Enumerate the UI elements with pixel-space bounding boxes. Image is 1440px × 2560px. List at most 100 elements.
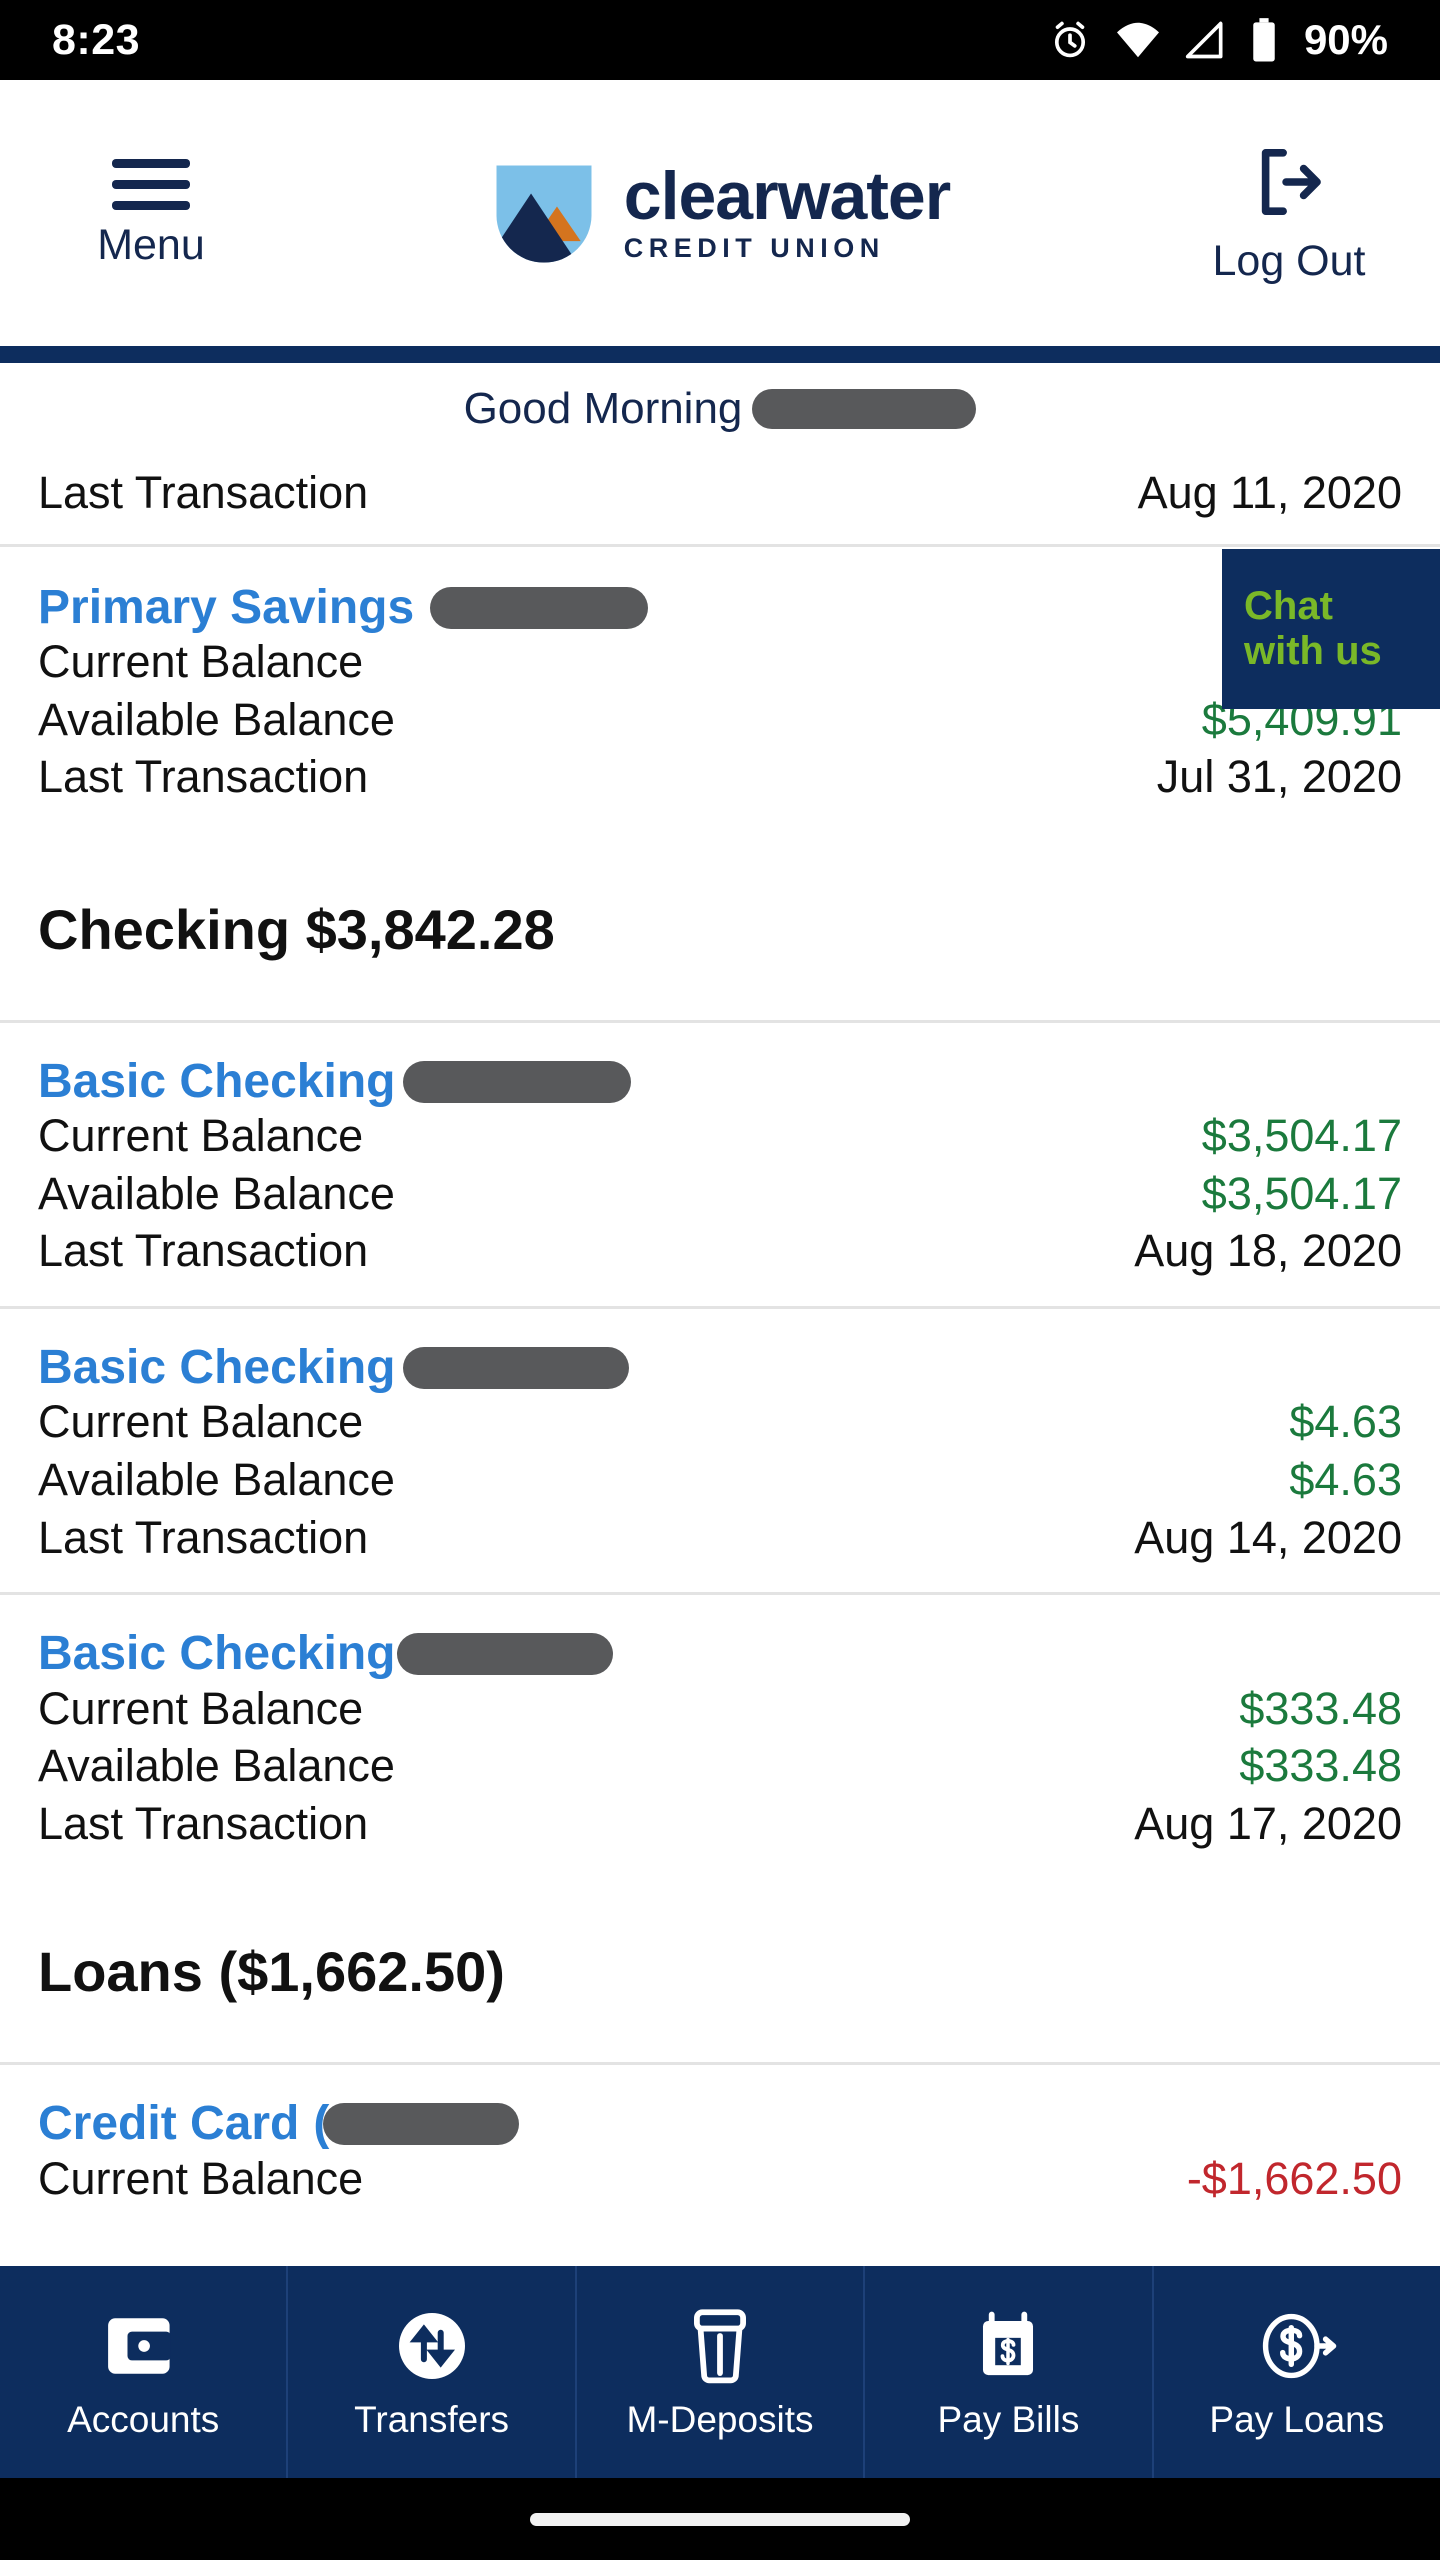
redacted-user-name bbox=[752, 389, 977, 429]
last-transaction-row: Last Transaction Aug 14, 2020 bbox=[38, 1509, 1402, 1567]
current-balance-label: Current Balance bbox=[38, 1682, 364, 1734]
check-deposit-icon bbox=[686, 2307, 754, 2385]
account-name: Basic Checking bbox=[38, 1054, 396, 1108]
last-transaction-label: Last Transaction bbox=[38, 467, 369, 518]
account-card-basic-checking-1[interactable]: Basic Checking Current Balance $3,504.17… bbox=[0, 1023, 1440, 1306]
status-bar: 8:23 90% bbox=[0, 0, 1440, 80]
chat-with-us-button[interactable]: Chat with us bbox=[1222, 549, 1440, 709]
last-transaction-label: Last Transaction bbox=[38, 751, 369, 803]
account-card-basic-checking-3[interactable]: Basic Checking Current Balance $333.48 A… bbox=[0, 1595, 1440, 1878]
last-transaction-label: Last Transaction bbox=[38, 1225, 369, 1277]
clearwater-shield-icon bbox=[490, 159, 598, 267]
redacted-account-number bbox=[430, 586, 649, 629]
available-balance-label: Available Balance bbox=[38, 1167, 395, 1219]
nav-item-pay-loans[interactable]: Pay Loans bbox=[1154, 2266, 1440, 2478]
account-name: Basic Checking bbox=[38, 1340, 396, 1394]
redacted-account-number bbox=[403, 1347, 630, 1390]
current-balance-value: -$1,662.50 bbox=[1186, 2152, 1402, 2204]
status-bar-time: 8:23 bbox=[52, 15, 141, 64]
available-balance-row: Available Balance $3,504.17 bbox=[38, 1165, 1402, 1223]
cellular-signal-icon bbox=[1184, 18, 1228, 62]
current-balance-row: Current Balance -$1,662.50 bbox=[38, 2150, 1402, 2208]
section-heading-checking: Checking $3,842.28 bbox=[38, 897, 555, 961]
last-transaction-value: Aug 11, 2020 bbox=[1137, 467, 1402, 518]
battery-icon bbox=[1250, 17, 1278, 63]
last-transaction-value: Aug 14, 2020 bbox=[1134, 1511, 1402, 1563]
available-balance-value: $4.63 bbox=[1289, 1453, 1402, 1505]
account-name-row: Basic Checking bbox=[38, 1340, 1402, 1394]
available-balance-value: $333.48 bbox=[1239, 1740, 1402, 1792]
nav-item-transfers[interactable]: Transfers bbox=[288, 2266, 577, 2478]
account-card-partial[interactable]: Last Transaction Aug 11, 2020 bbox=[0, 455, 1440, 544]
account-card-credit-card[interactable]: Credit Card ( Current Balance -$1,662.50 bbox=[0, 2065, 1440, 2207]
account-name-row: Primary Savings bbox=[38, 580, 1402, 634]
brand-name: clearwater bbox=[623, 158, 951, 235]
nav-item-label: Transfers bbox=[354, 2398, 510, 2440]
nav-item-accounts[interactable]: Accounts bbox=[0, 2266, 289, 2478]
brand-wordmark: clearwater CREDIT UNION bbox=[623, 158, 951, 263]
account-name: Basic Checking bbox=[38, 1627, 396, 1681]
calendar-dollar-icon bbox=[976, 2307, 1040, 2385]
last-transaction-label: Last Transaction bbox=[38, 1511, 369, 1563]
logout-icon bbox=[1251, 143, 1327, 226]
transfer-arrows-icon bbox=[396, 2307, 468, 2385]
current-balance-value: $3,504.17 bbox=[1201, 1110, 1402, 1162]
current-balance-label: Current Balance bbox=[38, 1110, 364, 1162]
clearwater-logo[interactable]: clearwater CREDIT UNION bbox=[490, 158, 951, 267]
status-bar-icons: 90% bbox=[1048, 16, 1388, 64]
nav-item-pay-bills[interactable]: Pay Bills bbox=[865, 2266, 1154, 2478]
brand-subtitle: CREDIT UNION bbox=[623, 232, 885, 263]
home-indicator[interactable] bbox=[530, 2512, 910, 2526]
available-balance-row: Available Balance $333.48 bbox=[38, 1737, 1402, 1795]
last-transaction-row: Last Transaction Aug 17, 2020 bbox=[38, 1795, 1402, 1853]
last-transaction-row: Last Transaction Jul 31, 2020 bbox=[38, 748, 1402, 806]
current-balance-row: Current Balance $5 bbox=[38, 633, 1402, 691]
last-transaction-value: Jul 31, 2020 bbox=[1156, 751, 1402, 803]
redacted-account-number bbox=[323, 2103, 520, 2146]
last-transaction-label: Last Transaction bbox=[38, 1797, 369, 1849]
account-name-row: Basic Checking bbox=[38, 1054, 1402, 1108]
nav-item-m-deposits[interactable]: M-Deposits bbox=[577, 2266, 866, 2478]
alarm-clock-icon bbox=[1048, 18, 1092, 62]
chat-line-1: Chat bbox=[1244, 584, 1333, 629]
section-heading-loans: Loans ($1,662.50) bbox=[38, 1940, 505, 2004]
accounts-scroll-area[interactable]: Last Transaction Aug 11, 2020 Primary Sa… bbox=[0, 455, 1440, 2295]
menu-button-label: Menu bbox=[97, 221, 205, 269]
current-balance-row: Current Balance $333.48 bbox=[38, 1680, 1402, 1738]
current-balance-label: Current Balance bbox=[38, 1396, 364, 1448]
nav-item-label: Pay Bills bbox=[937, 2398, 1080, 2440]
current-balance-label: Current Balance bbox=[38, 635, 364, 687]
header-accent-bar bbox=[0, 346, 1440, 363]
current-balance-label: Current Balance bbox=[38, 2152, 364, 2204]
logout-button-label: Log Out bbox=[1212, 237, 1366, 285]
greeting-banner: Good Morning bbox=[0, 363, 1440, 455]
available-balance-label: Available Balance bbox=[38, 1740, 395, 1792]
chat-line-2: with us bbox=[1244, 629, 1382, 673]
greeting-text: Good Morning bbox=[463, 384, 743, 433]
account-name-row: Credit Card ( bbox=[38, 2097, 1402, 2151]
nav-item-label: M-Deposits bbox=[626, 2398, 814, 2440]
chat-with-us-label: Chat with us bbox=[1244, 584, 1382, 674]
hamburger-menu-icon bbox=[112, 159, 190, 210]
wallet-icon bbox=[107, 2307, 179, 2385]
system-home-indicator-area bbox=[0, 2478, 1440, 2560]
account-card-basic-checking-2[interactable]: Basic Checking Current Balance $4.63 Ava… bbox=[0, 1309, 1440, 1592]
last-transaction-value: Aug 18, 2020 bbox=[1134, 1225, 1402, 1277]
last-transaction-row: Last Transaction Aug 18, 2020 bbox=[38, 1222, 1402, 1280]
wifi-icon bbox=[1114, 18, 1162, 62]
available-balance-row: Available Balance $5,409.91 bbox=[38, 691, 1402, 749]
redacted-account-number bbox=[403, 1060, 632, 1103]
available-balance-row: Available Balance $4.63 bbox=[38, 1451, 1402, 1509]
current-balance-row: Current Balance $3,504.17 bbox=[38, 1107, 1402, 1165]
menu-button[interactable]: Menu bbox=[56, 159, 246, 267]
available-balance-label: Available Balance bbox=[38, 693, 395, 745]
account-last-transaction-row: Last Transaction Aug 11, 2020 bbox=[38, 464, 1402, 522]
current-balance-value: $4.63 bbox=[1289, 1396, 1402, 1448]
nav-item-label: Pay Loans bbox=[1209, 2398, 1385, 2440]
bottom-navigation-bar: Accounts Transfers M-Deposits Pay Bills … bbox=[0, 2266, 1440, 2478]
available-balance-label: Available Balance bbox=[38, 1453, 395, 1505]
logout-button[interactable]: Log Out bbox=[1194, 143, 1384, 283]
account-name: Credit Card bbox=[38, 2097, 300, 2151]
available-balance-value: $3,504.17 bbox=[1201, 1167, 1402, 1219]
account-name: Primary Savings bbox=[38, 580, 415, 634]
